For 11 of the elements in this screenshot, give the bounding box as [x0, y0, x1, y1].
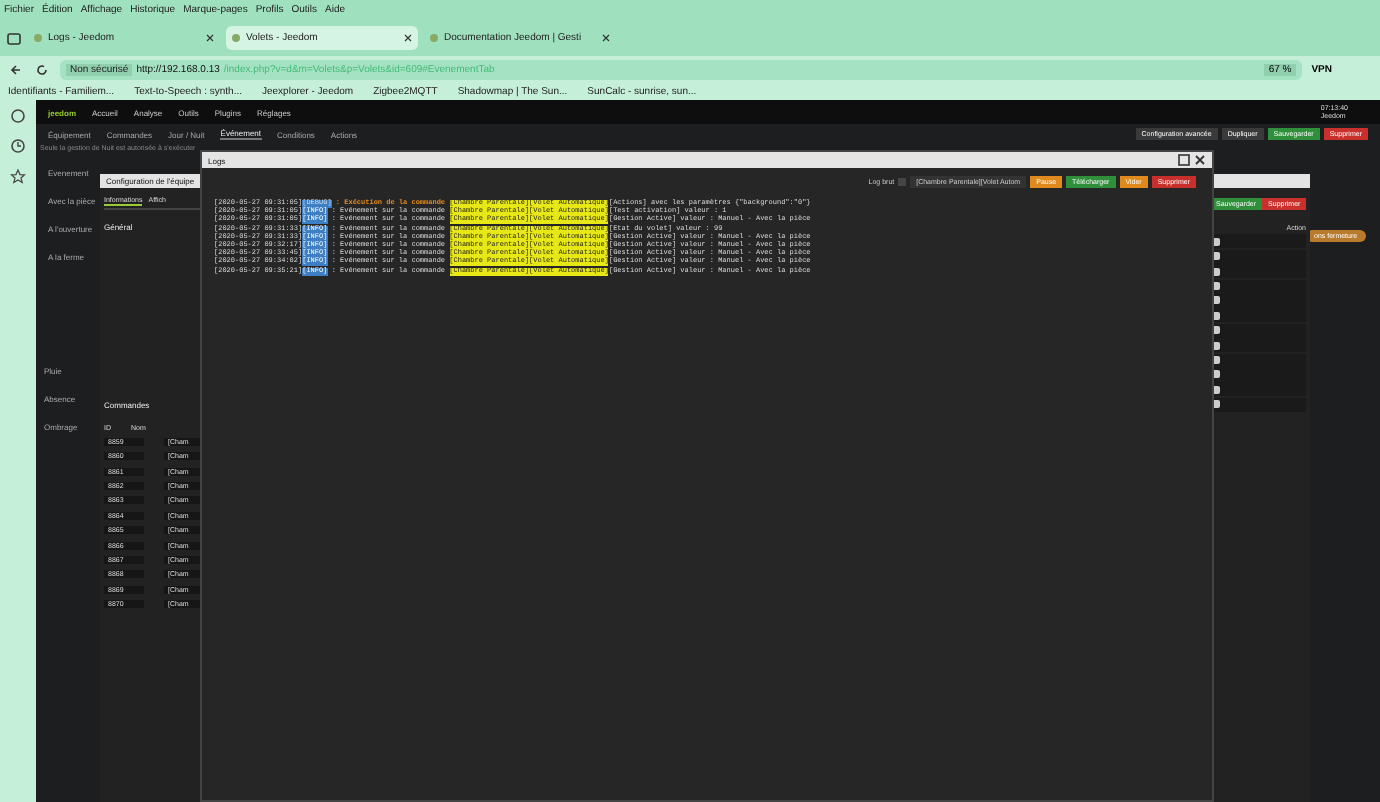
- clock-icon[interactable]: [10, 138, 26, 154]
- close-icon[interactable]: [602, 34, 610, 42]
- reload-icon[interactable]: [34, 62, 50, 78]
- sidebar-icon[interactable]: [10, 108, 26, 124]
- tab-overview-icon[interactable]: [6, 30, 22, 46]
- close-icon[interactable]: [1194, 154, 1206, 166]
- back-icon[interactable]: [8, 62, 24, 78]
- close-icon[interactable]: [404, 34, 412, 42]
- star-icon[interactable]: [10, 168, 26, 184]
- close-icon[interactable]: [206, 34, 214, 42]
- maximize-icon[interactable]: [1178, 154, 1190, 166]
